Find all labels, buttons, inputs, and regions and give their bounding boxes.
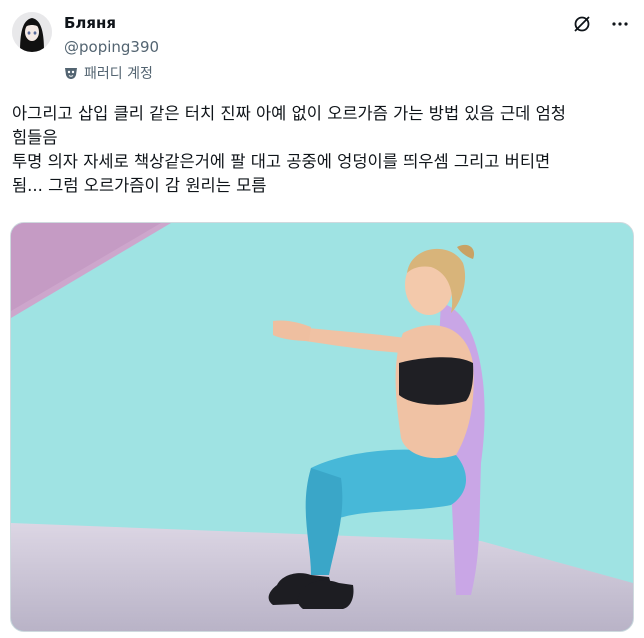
avatar[interactable]: [12, 12, 52, 52]
more-icon[interactable]: [610, 14, 630, 34]
mask-icon: [65, 68, 77, 79]
tweet-text: 아그리고 삽입 클리 같은 터치 진짜 아예 없이 오르가즘 가는 방법 있음 …: [12, 104, 566, 195]
grok-icon[interactable]: [572, 14, 592, 34]
user-handle[interactable]: @poping390: [64, 36, 159, 58]
wall-sit-photo: [11, 223, 633, 631]
anime-avatar-image: [12, 12, 52, 52]
parody-label-text: 패러디 계정: [84, 66, 153, 82]
display-name[interactable]: Бляня: [64, 13, 159, 33]
parody-label: 패러디 계정: [64, 63, 159, 83]
tweet-image[interactable]: [10, 222, 634, 632]
